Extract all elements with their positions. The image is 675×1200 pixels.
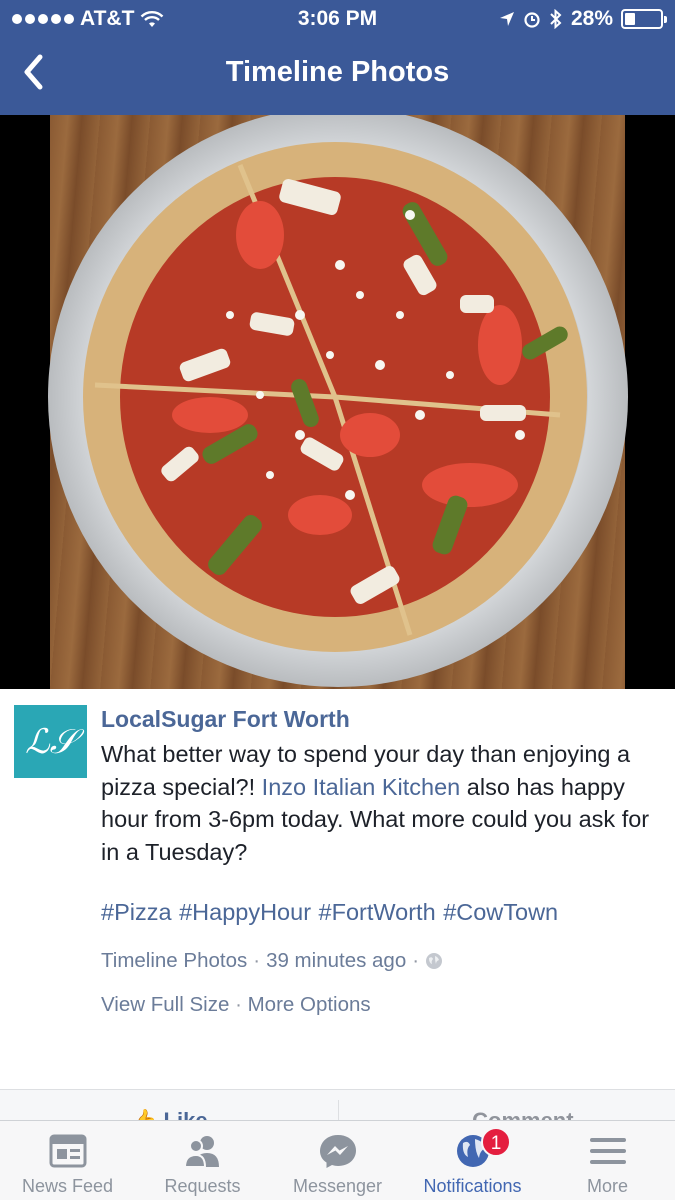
tab-news-feed[interactable]: News Feed bbox=[0, 1121, 135, 1200]
post-timestamp[interactable]: 39 minutes ago bbox=[266, 949, 406, 973]
battery-icon bbox=[621, 9, 667, 29]
localsugar-logo-icon: ℒ𝒮 bbox=[25, 721, 76, 762]
status-bar: AT&T 3:06 PM 28% bbox=[0, 0, 675, 40]
requests-icon bbox=[183, 1136, 219, 1168]
tab-label: Notifications bbox=[423, 1176, 522, 1196]
news-feed-icon bbox=[49, 1134, 86, 1168]
meta-separator: · bbox=[253, 949, 261, 972]
hashtag-link[interactable]: #CowTown bbox=[443, 899, 558, 925]
battery-percent: 28% bbox=[570, 7, 613, 30]
post-details: ℒ𝒮 LocalSugar Fort Worth What better way… bbox=[0, 689, 675, 1089]
page-avatar[interactable]: ℒ𝒮 bbox=[14, 705, 87, 778]
view-full-size-link[interactable]: View Full Size bbox=[101, 993, 229, 1016]
tagged-page-link[interactable]: Inzo Italian Kitchen bbox=[262, 774, 461, 800]
globe-privacy-icon bbox=[426, 953, 443, 969]
page-title: Timeline Photos bbox=[225, 56, 450, 88]
hashtag-list: #Pizza #HappyHour #FortWorth #CowTown bbox=[101, 899, 558, 926]
like-comment-bar: 👍 Like ▬ Comment bbox=[0, 1089, 675, 1123]
post-photo[interactable] bbox=[0, 115, 675, 689]
tab-requests[interactable]: Requests bbox=[135, 1121, 270, 1200]
hashtag-link[interactable]: #HappyHour bbox=[179, 899, 311, 925]
tab-label: News Feed bbox=[21, 1176, 114, 1196]
tab-label: More bbox=[586, 1176, 628, 1196]
tab-notifications[interactable]: 1 Notifications bbox=[405, 1121, 540, 1200]
post-actions: View Full Size · More Options bbox=[101, 993, 371, 1017]
post-author[interactable]: LocalSugar Fort Worth bbox=[101, 706, 350, 733]
tab-label: Messenger bbox=[292, 1176, 383, 1196]
bottom-tab-bar: News Feed Requests Messenger 1 Notificat… bbox=[0, 1120, 675, 1200]
header-bar: AT&T 3:06 PM 28% Timeline Photos bbox=[0, 0, 675, 115]
album-link[interactable]: Timeline Photos bbox=[101, 949, 247, 973]
status-right: 28% bbox=[499, 7, 667, 31]
post-text: What better way to spend your day than e… bbox=[101, 738, 661, 868]
hashtag-link[interactable]: #FortWorth bbox=[319, 899, 436, 925]
bluetooth-icon bbox=[550, 9, 562, 29]
meta-separator: · bbox=[412, 949, 420, 972]
tab-label: Requests bbox=[164, 1176, 241, 1196]
messenger-icon bbox=[319, 1135, 356, 1168]
tab-messenger[interactable]: Messenger bbox=[270, 1121, 405, 1200]
post-meta: Timeline Photos · 39 minutes ago · bbox=[101, 949, 443, 973]
more-options-link[interactable]: More Options bbox=[248, 993, 371, 1016]
alarm-icon bbox=[524, 12, 540, 28]
menu-icon bbox=[589, 1138, 626, 1164]
location-arrow-icon bbox=[499, 12, 514, 26]
actions-separator: · bbox=[235, 993, 242, 1016]
notification-badge: 1 bbox=[481, 1127, 511, 1157]
pizza-image bbox=[48, 115, 628, 687]
hashtag-link[interactable]: #Pizza bbox=[101, 899, 172, 925]
tab-more[interactable]: More bbox=[540, 1121, 675, 1200]
